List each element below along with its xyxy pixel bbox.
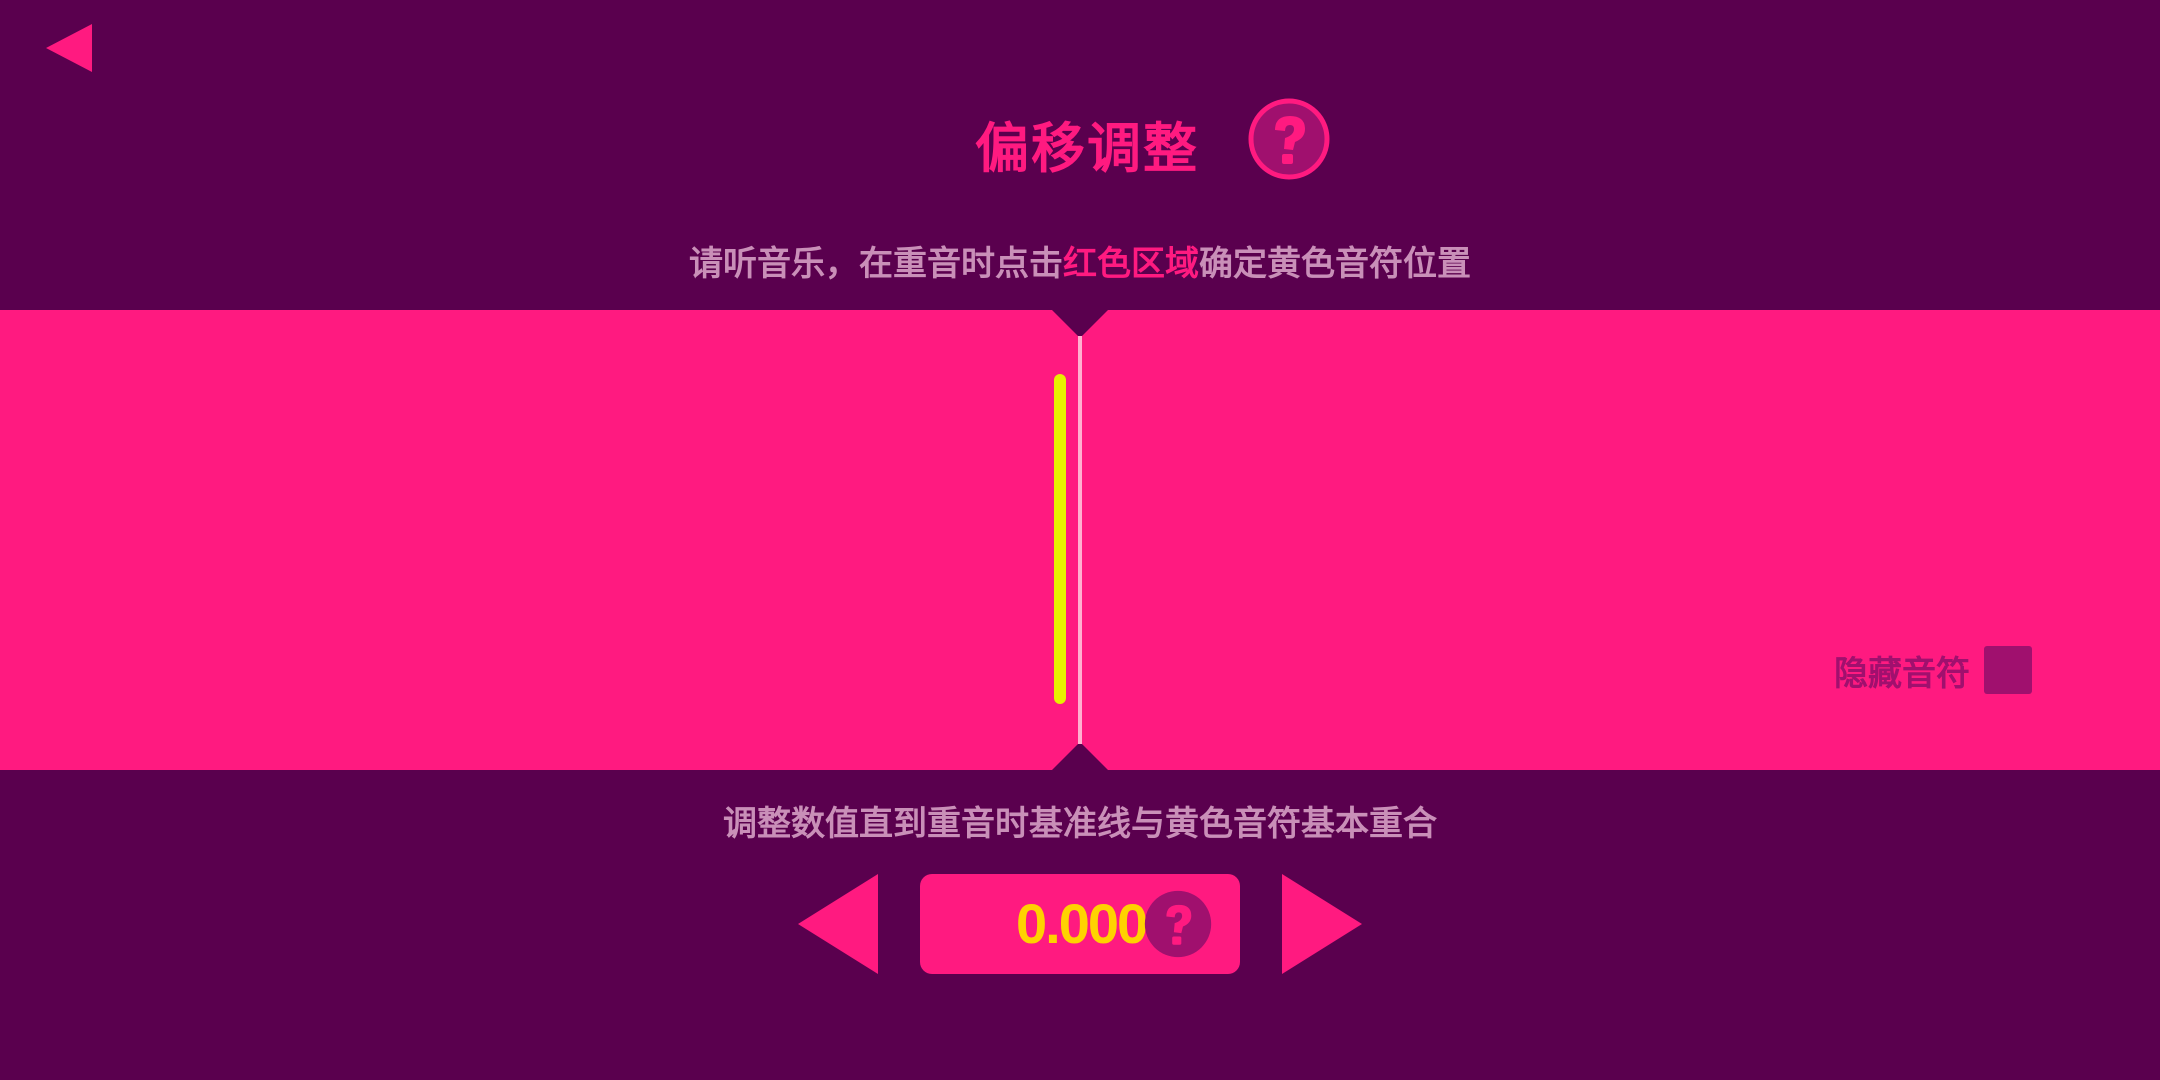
reference-line xyxy=(1078,336,1082,744)
hide-notes-checkbox[interactable] xyxy=(1984,646,2032,694)
hide-notes-label: 隐藏音符 xyxy=(1834,653,1970,694)
question-mark-icon xyxy=(1248,98,1330,180)
instruction-text: 请听音乐，在重音时点击红色区域确定黄色音符位置 xyxy=(0,236,2160,285)
instruction-before: 请听音乐，在重音时点击 xyxy=(689,244,1063,284)
yellow-note xyxy=(1054,374,1066,704)
adjust-hint-text: 调整数值直到重音时基准线与黄色音符基本重合 xyxy=(723,804,1437,844)
decrease-button[interactable] xyxy=(796,872,880,976)
offset-adjust-screen: 偏移调整 请听音乐，在重音时点击红色区域确定黄色音符位置 隐藏音符 调整数值直到… xyxy=(0,0,2160,1080)
question-mark-icon xyxy=(1144,890,1212,958)
bottom-notch-marker xyxy=(1050,742,1110,772)
title-row: 偏移调整 xyxy=(0,98,2160,182)
right-triangle-icon xyxy=(1282,874,1362,974)
title-help-button[interactable] xyxy=(1248,98,1330,180)
value-help-button[interactable] xyxy=(1144,890,1212,958)
left-triangle-icon xyxy=(798,874,878,974)
back-button[interactable] xyxy=(44,20,100,76)
offset-value-box: 0.000 xyxy=(920,874,1240,974)
page-title: 偏移调整 xyxy=(975,117,1199,180)
instruction-after: 确定黄色音符位置 xyxy=(1199,244,1471,284)
increase-button[interactable] xyxy=(1280,872,1364,976)
top-notch-marker xyxy=(1050,308,1110,338)
offset-value: 0.000 xyxy=(1016,892,1148,955)
hide-notes-toggle[interactable]: 隐藏音符 xyxy=(1834,644,2032,696)
instruction-highlight: 红色区域 xyxy=(1063,244,1199,284)
back-arrow-icon xyxy=(46,24,92,72)
